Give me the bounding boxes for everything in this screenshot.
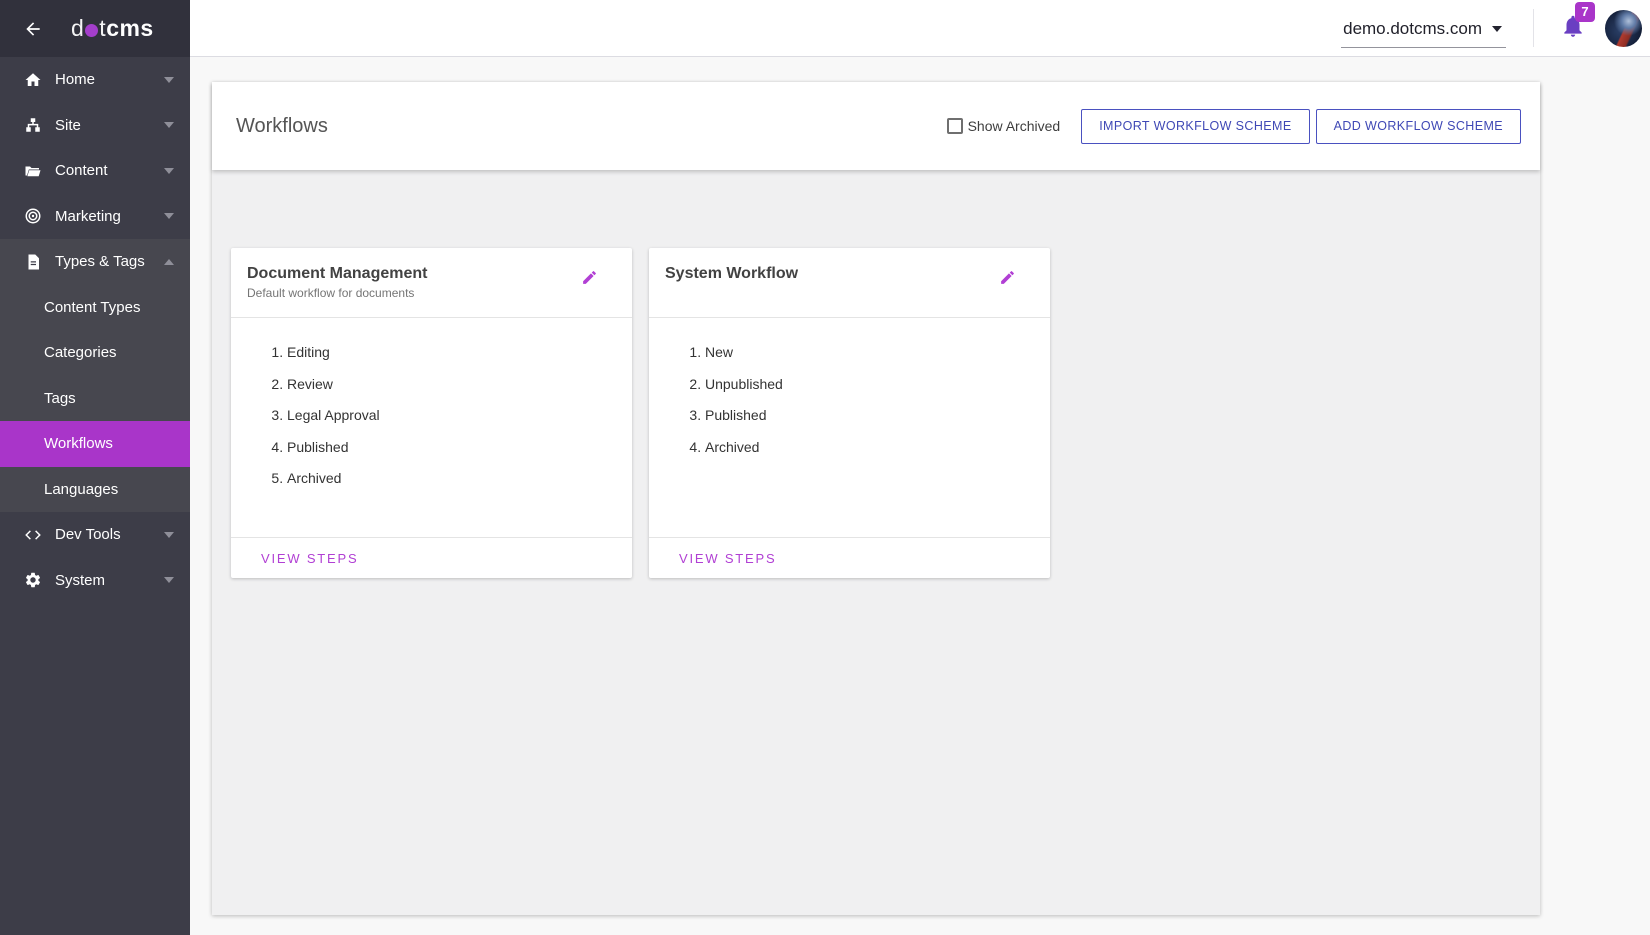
gear-icon xyxy=(24,571,42,589)
workflow-steps-list: New Unpublished Published Archived xyxy=(649,318,1050,537)
logo-text-d: d xyxy=(71,15,84,42)
chevron-down-icon xyxy=(1492,26,1502,37)
sidebar-item-label: Dev Tools xyxy=(55,526,121,543)
workflow-card-subtitle: Default workflow for documents xyxy=(247,286,616,300)
sidebar-item-content[interactable]: Content xyxy=(0,148,190,194)
chevron-down-icon xyxy=(164,532,174,543)
workflow-step: Review xyxy=(287,376,632,392)
workflow-card-subtitle xyxy=(665,286,1034,300)
pencil-icon xyxy=(581,269,598,286)
panel-header: Workflows Show Archived IMPORT WORKFLOW … xyxy=(212,82,1540,170)
app-root: dtcms Home Site Content Marketing Types & Ta… xyxy=(0,0,1650,935)
home-icon xyxy=(24,71,42,89)
workflow-card-title: Document Management xyxy=(247,265,616,283)
collapse-sidebar-button[interactable] xyxy=(21,17,45,41)
document-icon xyxy=(24,253,42,271)
code-icon xyxy=(24,526,42,544)
sidebar-item-types-tags[interactable]: Types & Tags xyxy=(0,239,190,285)
sidebar-item-label: Home xyxy=(55,71,95,88)
sidebar-item-label: Content xyxy=(55,162,108,179)
arrow-back-icon xyxy=(23,19,43,39)
view-steps-link[interactable]: VIEW STEPS xyxy=(679,551,776,566)
show-archived-toggle[interactable]: Show Archived xyxy=(947,118,1061,134)
sidebar-item-label: Marketing xyxy=(55,208,121,225)
target-icon xyxy=(24,207,42,225)
workflow-step: Legal Approval xyxy=(287,407,632,423)
show-archived-checkbox[interactable] xyxy=(947,118,963,134)
topbar-divider xyxy=(1533,9,1534,47)
sidebar-item-categories[interactable]: Categories xyxy=(0,330,190,376)
notification-count-badge: 7 xyxy=(1575,2,1595,22)
workflow-card-header: Document Management Default workflow for … xyxy=(231,248,632,318)
workflow-steps-list: Editing Review Legal Approval Published Arch… xyxy=(231,318,632,537)
edit-workflow-button[interactable] xyxy=(581,269,598,291)
add-workflow-scheme-button[interactable]: ADD WORKFLOW SCHEME xyxy=(1316,109,1521,144)
logo-text-cms: cms xyxy=(106,15,154,42)
view-steps-link[interactable]: VIEW STEPS xyxy=(261,551,358,566)
sidebar-item-site[interactable]: Site xyxy=(0,103,190,149)
workflow-step: Published xyxy=(287,439,632,455)
show-archived-label: Show Archived xyxy=(968,118,1061,134)
chevron-down-icon xyxy=(164,168,174,179)
topbar: demo.dotcms.com 7 xyxy=(190,0,1650,57)
page-background: Workflows Show Archived IMPORT WORKFLOW … xyxy=(190,57,1650,935)
site-selector[interactable]: demo.dotcms.com xyxy=(1341,17,1506,48)
workflow-card-footer: VIEW STEPS xyxy=(231,537,632,578)
workflow-step: New xyxy=(705,344,1050,360)
header-actions: Show Archived IMPORT WORKFLOW SCHEME ADD… xyxy=(947,109,1521,144)
chevron-down-icon xyxy=(164,77,174,88)
workflow-step: Published xyxy=(705,407,1050,423)
workflow-card: System Workflow New Unpublished Published Ar… xyxy=(649,248,1050,578)
logo-text-t: t xyxy=(99,15,106,42)
sidebar-nav: Home Site Content Marketing Types & Tags Cont… xyxy=(0,57,190,603)
pencil-icon xyxy=(999,269,1016,286)
workflow-card-title: System Workflow xyxy=(665,265,1034,283)
workflows-panel: Workflows Show Archived IMPORT WORKFLOW … xyxy=(212,82,1540,915)
sidebar-item-content-types[interactable]: Content Types xyxy=(0,285,190,331)
sidebar-header: dtcms xyxy=(0,0,190,57)
import-workflow-scheme-button[interactable]: IMPORT WORKFLOW SCHEME xyxy=(1081,109,1309,144)
workflow-cards-row: Document Management Default workflow for … xyxy=(231,248,1050,915)
notifications-button[interactable]: 7 xyxy=(1560,13,1586,44)
sidebar-item-dev-tools[interactable]: Dev Tools xyxy=(0,512,190,558)
workflow-card: Document Management Default workflow for … xyxy=(231,248,632,578)
workflow-card-footer: VIEW STEPS xyxy=(649,537,1050,578)
sidebar-item-home[interactable]: Home xyxy=(0,57,190,103)
chevron-down-icon xyxy=(164,213,174,224)
chevron-down-icon xyxy=(164,122,174,133)
site-selector-value: demo.dotcms.com xyxy=(1343,19,1482,39)
chevron-down-icon xyxy=(164,577,174,588)
folder-icon xyxy=(24,162,42,180)
sitemap-icon xyxy=(24,116,42,134)
sidebar-item-label: System xyxy=(55,572,105,589)
sidebar-item-label: Languages xyxy=(44,481,118,498)
sidebar-item-label: Categories xyxy=(44,344,117,361)
workflow-step: Archived xyxy=(705,439,1050,455)
workflow-card-header: System Workflow xyxy=(649,248,1050,318)
dotcms-logo: dtcms xyxy=(71,15,154,42)
workflow-step: Archived xyxy=(287,470,632,486)
sidebar-item-marketing[interactable]: Marketing xyxy=(0,194,190,240)
content-column: demo.dotcms.com 7 Workflows Show Archive… xyxy=(190,0,1650,935)
user-avatar[interactable] xyxy=(1605,10,1642,47)
sidebar-item-system[interactable]: System xyxy=(0,558,190,604)
sidebar-item-label: Tags xyxy=(44,390,76,407)
sidebar-item-label: Content Types xyxy=(44,299,140,316)
sidebar-item-workflows[interactable]: Workflows xyxy=(0,421,190,467)
sidebar-item-tags[interactable]: Tags xyxy=(0,376,190,422)
sidebar-item-languages[interactable]: Languages xyxy=(0,467,190,513)
sidebar-item-label: Site xyxy=(55,117,81,134)
panel-body: Document Management Default workflow for … xyxy=(212,170,1540,915)
workflow-step: Editing xyxy=(287,344,632,360)
sidebar-section-types-tags: Types & Tags Content Types Categories Tags W… xyxy=(0,239,190,512)
sidebar-item-label: Workflows xyxy=(44,435,113,452)
logo-dot-icon xyxy=(85,24,98,37)
sidebar: dtcms Home Site Content Marketing Types & Ta… xyxy=(0,0,190,935)
edit-workflow-button[interactable] xyxy=(999,269,1016,291)
page-title: Workflows xyxy=(236,115,328,138)
workflow-step: Unpublished xyxy=(705,376,1050,392)
sidebar-item-label: Types & Tags xyxy=(55,253,145,270)
chevron-up-icon xyxy=(164,254,174,265)
